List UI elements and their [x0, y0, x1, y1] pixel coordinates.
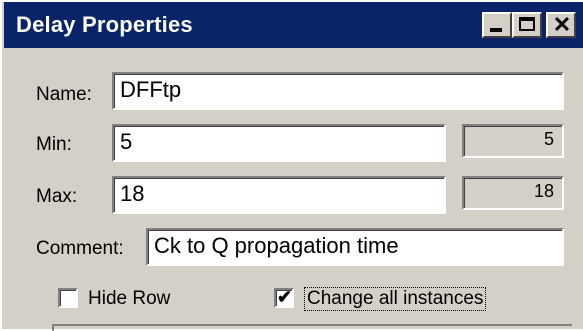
minimize-button[interactable] [482, 12, 512, 38]
title-bar[interactable]: Delay Properties ✕ [4, 2, 583, 48]
max-input[interactable]: 18 [112, 176, 446, 214]
max-label: Max: [36, 186, 78, 207]
window-title: Delay Properties [16, 12, 193, 37]
checkmark-icon: ✔ [277, 287, 293, 307]
change-all-instances-label[interactable]: Change all instances [304, 287, 487, 311]
comment-input[interactable]: Ck to Q propagation time [146, 228, 564, 266]
close-button[interactable]: ✕ [546, 12, 576, 38]
comment-label: Comment: [36, 238, 124, 259]
hide-row-label[interactable]: Hide Row [88, 288, 170, 310]
minimize-icon [490, 28, 502, 32]
min-label: Min: [36, 134, 72, 155]
name-label: Name: [36, 84, 92, 105]
hide-row-checkbox[interactable] [58, 288, 78, 308]
delay-properties-window: Delay Properties ✕ Name: DFFtp Min: 5 5 … [0, 0, 583, 331]
close-icon: ✕ [552, 12, 572, 37]
change-all-instances-checkbox[interactable]: ✔ [274, 287, 294, 308]
maximize-button[interactable] [512, 12, 542, 38]
min-display: 5 [462, 124, 564, 158]
bottom-panel-edge [52, 324, 572, 331]
max-display: 18 [462, 176, 564, 210]
min-input[interactable]: 5 [112, 124, 446, 162]
name-input[interactable]: DFFtp [112, 72, 564, 110]
maximize-icon [519, 17, 535, 31]
